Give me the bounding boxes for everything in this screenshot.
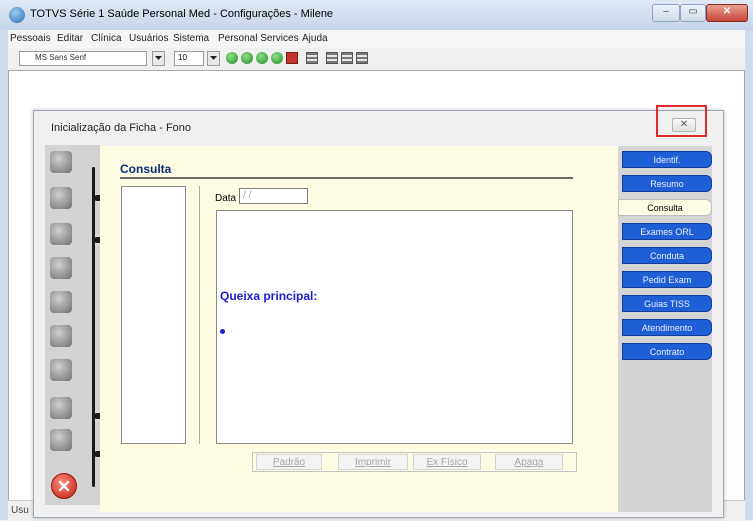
chevron-down-icon — [155, 56, 162, 60]
green-circle-icon[interactable] — [241, 52, 253, 64]
tab-identif[interactable]: Identif. — [622, 151, 712, 168]
section-title: Consulta — [120, 162, 172, 176]
green-circle-icon[interactable] — [226, 52, 238, 64]
chevron-down-icon — [210, 56, 217, 60]
document-icon[interactable] — [50, 325, 72, 347]
report-icon[interactable] — [50, 359, 72, 381]
font-size-select[interactable]: 10 — [174, 51, 204, 66]
app-icon[interactable] — [9, 7, 25, 23]
toolbar: MS Sans Serif 10 — [8, 48, 745, 70]
tab-conduta[interactable]: Conduta — [622, 247, 712, 264]
default-button[interactable]: Padrão — [256, 454, 322, 470]
tabs-panel: Identif. Resumo Consulta Exames ORL Cond… — [618, 146, 712, 512]
print-button[interactable]: Imprimir — [338, 454, 408, 470]
tab-exames-orl[interactable]: Exames ORL — [622, 223, 712, 240]
tab-atendimento[interactable]: Atendimento — [622, 319, 712, 336]
close-icon — [58, 480, 70, 492]
minimize-icon: – — [663, 6, 669, 17]
physical-exam-button[interactable]: Ex Físico — [413, 454, 481, 470]
close-window-button[interactable]: ✕ — [706, 4, 748, 22]
tab-resumo[interactable]: Resumo — [622, 175, 712, 192]
green-circle-icon[interactable] — [256, 52, 268, 64]
minimize-button[interactable]: – — [652, 4, 680, 22]
font-name-dropdown-button[interactable] — [152, 51, 165, 66]
consultation-text-area[interactable]: Queixa principal: — [216, 210, 573, 444]
green-circle-icon[interactable] — [271, 52, 283, 64]
binder-sidebar — [45, 145, 106, 505]
justify-icon[interactable] — [356, 52, 368, 64]
book-icon[interactable] — [50, 187, 72, 209]
close-icon: ✕ — [722, 6, 732, 17]
menu-editar[interactable]: Editar — [57, 33, 83, 44]
main-window: TOTVS Série 1 Saúde Personal Med - Confi… — [0, 0, 753, 521]
menu-sistema[interactable]: Sistema — [173, 33, 209, 44]
capsule-icon[interactable] — [50, 291, 72, 313]
font-name-select[interactable]: MS Sans Serif — [19, 51, 147, 66]
complaint-label: Queixa principal: — [220, 289, 318, 303]
tab-contrato[interactable]: Contrato — [622, 343, 712, 360]
menu-bar: Pessoais Editar Clínica Usuários Sistema… — [8, 30, 745, 49]
align-center-icon[interactable] — [326, 52, 338, 64]
vertical-divider — [199, 186, 200, 444]
dialog-title: Inicialização da Ficha - Fono — [51, 122, 192, 134]
tab-guias-tiss[interactable]: Guias TISS — [622, 295, 712, 312]
tab-consulta[interactable]: Consulta — [618, 199, 712, 216]
window-title: TOTVS Série 1 Saúde Personal Med - Confi… — [30, 8, 334, 20]
handshake-icon[interactable] — [50, 257, 72, 279]
maximize-icon: ▭ — [688, 6, 698, 17]
patient-icon[interactable] — [50, 151, 72, 173]
tab-pedid-exam[interactable]: Pedid Exam — [622, 271, 712, 288]
erase-button[interactable]: Apaga — [495, 454, 563, 470]
building-icon[interactable] — [50, 223, 72, 245]
action-button-row: Padrão Imprimir Ex Físico Apaga — [252, 452, 577, 472]
highlight-annotation — [656, 105, 707, 137]
consultation-list[interactable] — [121, 186, 186, 444]
binder-spine — [92, 167, 95, 487]
align-left-icon[interactable] — [306, 52, 318, 64]
globe-icon[interactable] — [50, 397, 72, 419]
exit-button[interactable] — [51, 473, 77, 499]
align-right-icon[interactable] — [341, 52, 353, 64]
menu-personal-services[interactable]: Personal Services — [218, 33, 299, 44]
title-bar[interactable]: TOTVS Série 1 Saúde Personal Med - Confi… — [0, 0, 753, 30]
calendar-icon[interactable] — [286, 52, 298, 64]
menu-pessoais[interactable]: Pessoais — [10, 33, 51, 44]
status-text: Usu — [11, 505, 29, 516]
font-size-dropdown-button[interactable] — [207, 51, 220, 66]
maximize-button[interactable]: ▭ — [680, 4, 706, 22]
menu-usuarios[interactable]: Usuários — [129, 33, 168, 44]
date-field[interactable]: / / — [239, 188, 308, 204]
stethoscope-icon[interactable] — [50, 429, 72, 451]
menu-ajuda[interactable]: Ajuda — [302, 33, 328, 44]
menu-clinica[interactable]: Clínica — [91, 33, 122, 44]
section-divider — [120, 177, 573, 179]
date-label: Data — [215, 193, 237, 204]
consulta-page: Consulta Data / / Queixa principal: Padr… — [100, 146, 618, 512]
bullet-icon — [220, 329, 225, 334]
